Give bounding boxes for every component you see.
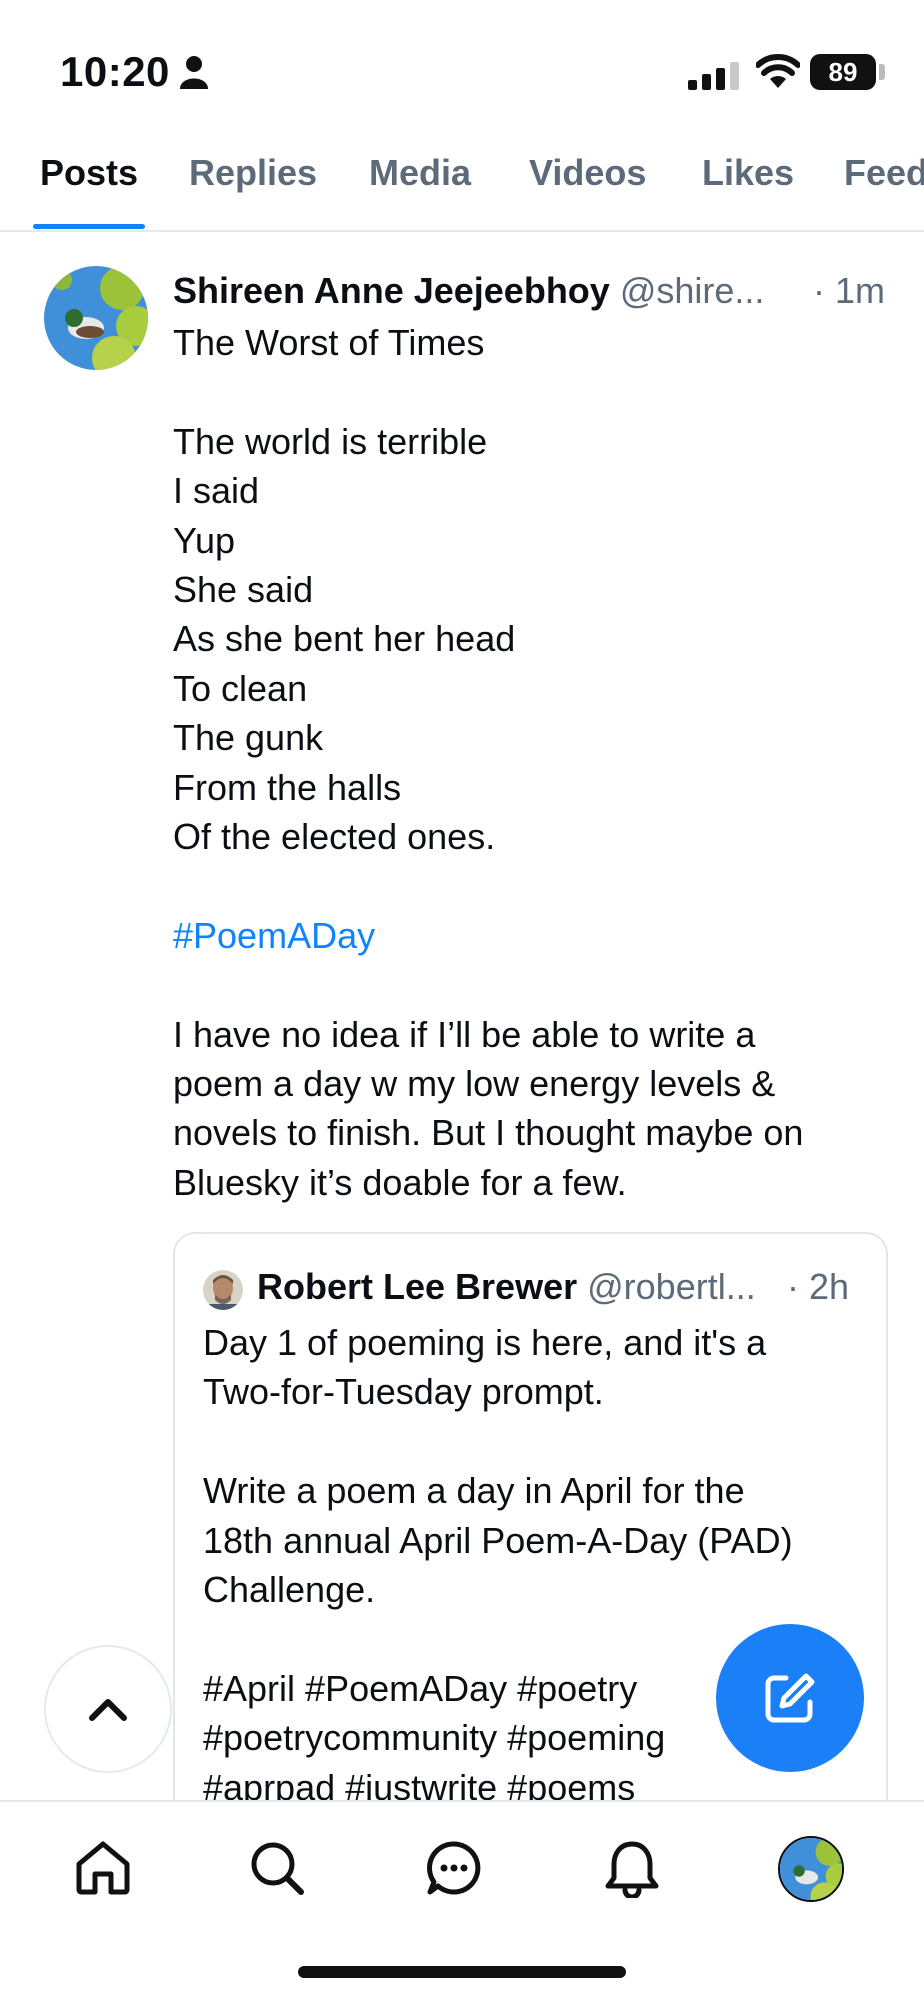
profile-avatar-image	[780, 1838, 842, 1900]
post-line: As she bent her head	[173, 618, 516, 660]
post-line: Of the elected ones.	[173, 816, 496, 858]
quoted-post-header: Robert Lee Brewer @robertl... · 2h	[257, 1266, 867, 1308]
nav-notifications-button[interactable]	[596, 1832, 668, 1904]
scroll-to-top-button[interactable]	[44, 1645, 172, 1773]
tab-videos[interactable]: Videos	[529, 152, 646, 194]
chevron-up-icon	[89, 1699, 127, 1721]
wifi-icon	[756, 54, 800, 88]
person-icon	[180, 56, 208, 89]
tab-posts[interactable]: Posts	[40, 152, 138, 194]
chat-icon	[426, 1841, 481, 1895]
app-screen: 10:20 89 Posts Replies Media Videos Like…	[0, 0, 924, 2000]
search-icon	[251, 1842, 304, 1895]
quote-line: 18th annual April Poem-A-Day (PAD)	[203, 1519, 793, 1561]
post-line: She said	[173, 569, 314, 611]
avatar-image	[44, 266, 148, 370]
post-line: Yup	[173, 519, 236, 561]
tab-replies[interactable]: Replies	[189, 152, 317, 194]
quote-line: Two-for-Tuesday prompt.	[203, 1371, 604, 1413]
post-author-handle[interactable]: @shire...	[620, 270, 765, 311]
bell-icon	[605, 1841, 659, 1898]
post-line: I have no idea if I’ll be able to write …	[173, 1013, 756, 1055]
nav-profile-avatar[interactable]	[778, 1836, 844, 1902]
quote-blank-line	[203, 1417, 863, 1466]
profile-tabs: Posts Replies Media Videos Likes Feeds	[0, 140, 924, 232]
battery-level: 89	[828, 56, 858, 87]
post-line: The world is terrible	[173, 420, 488, 462]
battery-cap	[879, 64, 885, 80]
nav-home-button[interactable]	[67, 1832, 139, 1904]
quoted-author-handle[interactable]: @robertl...	[587, 1266, 756, 1307]
compose-icon	[765, 1673, 815, 1723]
post-timestamp[interactable]: · 1m	[813, 270, 885, 312]
post-author-name[interactable]: Shireen Anne Jeejeebhoy	[173, 270, 610, 311]
compose-post-button[interactable]	[716, 1624, 864, 1772]
nav-search-button[interactable]	[241, 1832, 313, 1904]
post-line: novels to finish. But I thought maybe on	[173, 1112, 804, 1154]
cellular-signal-icon	[688, 62, 739, 90]
quote-line: Challenge.	[203, 1569, 376, 1611]
post-line: The Worst of Times	[173, 322, 485, 363]
post-text: The Worst of Times The world is terrible…	[173, 318, 893, 1207]
post-line: To clean	[173, 667, 308, 709]
quote-line: Day 1 of poeming is here, and it's a	[203, 1322, 767, 1363]
post-line: I said	[173, 470, 260, 512]
tab-media[interactable]: Media	[369, 152, 471, 194]
post-line: Bluesky it’s doable for a few.	[173, 1161, 627, 1203]
active-tab-indicator	[33, 224, 145, 229]
hashtag-link[interactable]: #PoemADay	[173, 911, 893, 960]
nav-chat-button[interactable]	[418, 1832, 490, 1904]
home-icon	[76, 1841, 130, 1895]
post-line: From the halls	[173, 766, 402, 808]
tab-feeds[interactable]: Feeds	[844, 152, 924, 194]
quoted-author-avatar[interactable]	[203, 1270, 243, 1310]
tab-likes[interactable]: Likes	[702, 152, 794, 194]
home-indicator	[298, 1966, 626, 1978]
post-line: The gunk	[173, 717, 324, 759]
post-author-avatar[interactable]	[44, 266, 148, 370]
post-header: Shireen Anne Jeejeebhoy @shire... · 1m	[173, 270, 893, 312]
status-bar: 10:20 89	[0, 0, 924, 140]
post-line: poem a day w my low energy levels &	[173, 1063, 776, 1105]
quoted-avatar-image	[203, 1270, 243, 1310]
status-time: 10:20	[60, 48, 170, 95]
quote-line: Write a poem a day in April for the	[203, 1470, 745, 1512]
battery-indicator: 89	[810, 54, 876, 90]
quoted-author-name[interactable]: Robert Lee Brewer	[257, 1266, 577, 1307]
quoted-post-timestamp[interactable]: · 2h	[787, 1266, 849, 1308]
